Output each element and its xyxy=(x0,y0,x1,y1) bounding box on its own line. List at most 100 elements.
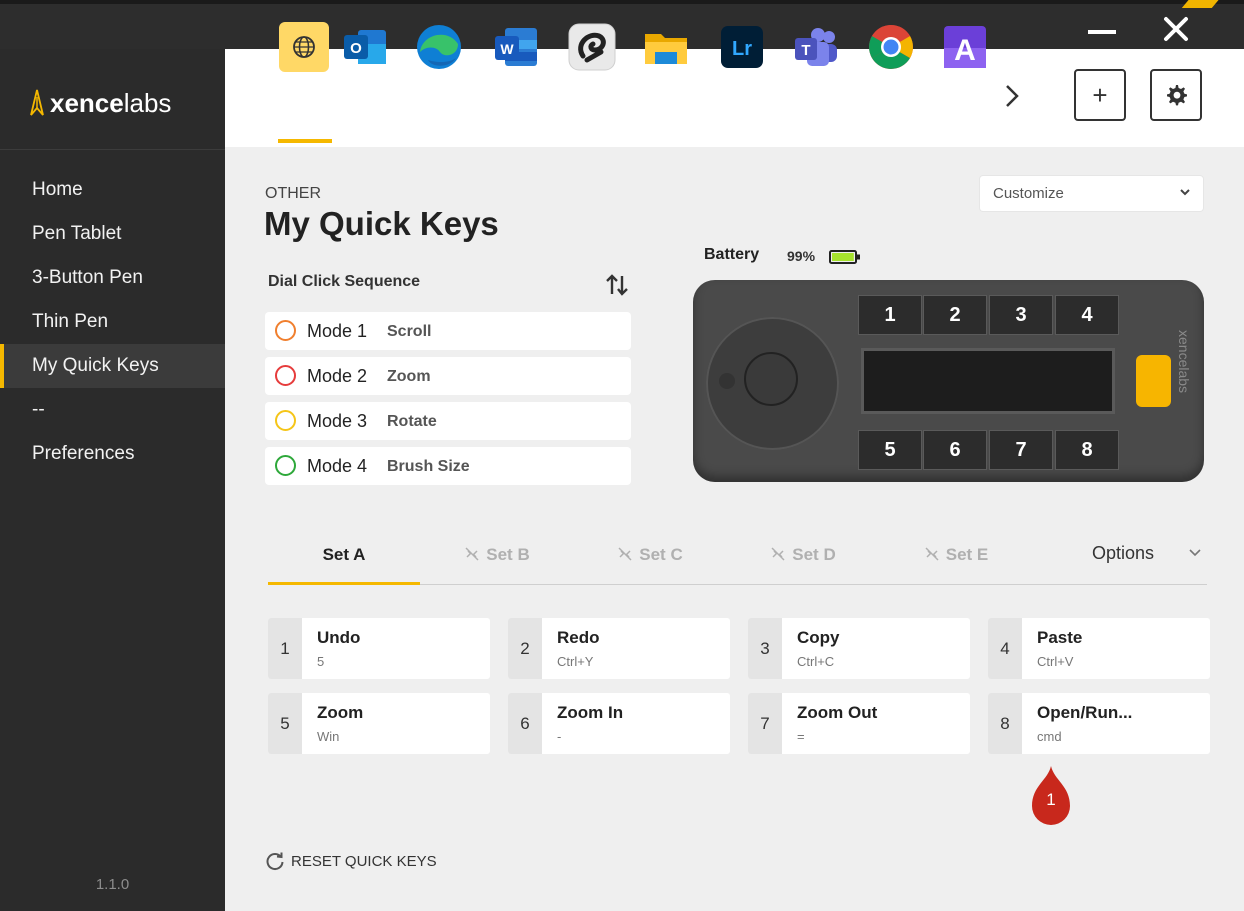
sidebar-item-home[interactable]: Home xyxy=(0,168,225,212)
mode-1-ring-icon xyxy=(275,320,296,341)
device-key-4[interactable]: 4 xyxy=(1055,295,1119,335)
dial-mode-4[interactable]: Mode 4 Brush Size xyxy=(265,447,631,485)
app-globe[interactable] xyxy=(279,22,329,72)
device-key-8[interactable]: 8 xyxy=(1055,430,1119,470)
app-file-explorer[interactable] xyxy=(641,22,691,72)
app-affinity[interactable]: A xyxy=(940,22,990,72)
minimize-button[interactable] xyxy=(1082,12,1122,46)
device-key-1[interactable]: 1 xyxy=(858,295,922,335)
device-key-7[interactable]: 7 xyxy=(989,430,1053,470)
sort-order-button[interactable] xyxy=(604,274,632,296)
tab-set-a-label: Set A xyxy=(322,545,366,564)
quick-key-6[interactable]: 6 Zoom In - xyxy=(508,693,730,754)
mode-2-name: Mode 2 xyxy=(307,366,368,386)
quick-key-name: Copy xyxy=(797,628,840,647)
mode-3-ring-icon xyxy=(275,410,296,431)
clip-studio-icon xyxy=(568,23,616,71)
settings-button[interactable] xyxy=(1150,69,1202,121)
quick-key-number: 1 xyxy=(268,618,302,679)
quick-key-shortcut: Ctrl+Y xyxy=(557,654,594,669)
chrome-icon xyxy=(869,25,913,69)
quick-key-3[interactable]: 3 Copy Ctrl+C xyxy=(748,618,970,679)
tab-set-c-label: Set C xyxy=(639,545,683,564)
tab-set-b[interactable]: Set B xyxy=(421,536,573,584)
app-lightroom[interactable]: Lr xyxy=(717,22,767,72)
tab-set-e-label: Set E xyxy=(945,545,989,564)
file-explorer-icon xyxy=(645,34,687,64)
add-app-button[interactable]: + xyxy=(1074,69,1126,121)
tab-set-c[interactable]: Set C xyxy=(574,536,726,584)
quick-key-shortcut: Ctrl+C xyxy=(797,654,835,669)
app-teams[interactable]: T xyxy=(791,22,841,72)
mode-4-function: Brush Size xyxy=(387,458,470,475)
sidebar-item-pen-tablet[interactable]: Pen Tablet xyxy=(0,212,225,256)
chevron-down-icon xyxy=(1180,189,1190,196)
sidebar-item-3-button-pen[interactable]: 3-Button Pen xyxy=(0,256,225,300)
app-word[interactable]: W xyxy=(491,22,541,72)
sidebar: xence labs Home Pen Tablet 3-Button Pen T… xyxy=(0,49,225,911)
device-screen xyxy=(861,348,1115,414)
device-mode-button[interactable] xyxy=(1136,355,1171,407)
app-chrome[interactable] xyxy=(866,22,916,72)
battery-icon xyxy=(829,250,860,264)
tab-set-e[interactable]: Set E xyxy=(880,536,1032,584)
app-outlook[interactable]: O xyxy=(340,22,390,72)
chevron-down-icon[interactable] xyxy=(1188,547,1202,559)
dial-mode-3[interactable]: Mode 3 Rotate xyxy=(265,402,631,440)
sidebar-item-separator[interactable]: -- xyxy=(0,388,225,432)
globe-icon xyxy=(279,22,329,72)
affinity-icon: A xyxy=(944,26,986,68)
edge-icon xyxy=(417,25,461,69)
unlink-icon xyxy=(465,547,479,561)
mode-1-function: Scroll xyxy=(387,323,432,340)
quick-key-name: Redo xyxy=(557,628,600,647)
app-edge[interactable] xyxy=(414,22,464,72)
quick-key-7[interactable]: 7 Zoom Out = xyxy=(748,693,970,754)
title-bar xyxy=(0,0,1244,49)
device-key-3[interactable]: 3 xyxy=(989,295,1053,335)
quick-key-8[interactable]: 8 Open/Run... cmd xyxy=(988,693,1210,754)
quick-key-number: 6 xyxy=(508,693,542,754)
unlink-icon xyxy=(618,547,632,561)
quick-key-name: Paste xyxy=(1037,628,1083,647)
app-clip-studio[interactable] xyxy=(567,22,617,72)
reset-quick-keys-button[interactable]: RESET QUICK KEYS xyxy=(265,851,437,871)
outlook-letter: O xyxy=(350,40,362,57)
quick-key-number: 8 xyxy=(988,693,1022,754)
sidebar-item-my-quick-keys[interactable]: My Quick Keys xyxy=(0,344,225,388)
sidebar-nav: Home Pen Tablet 3-Button Pen Thin Pen My… xyxy=(0,168,225,476)
device-key-5[interactable]: 5 xyxy=(858,430,922,470)
tab-set-d[interactable]: Set D xyxy=(727,536,879,584)
app-version: 1.1.0 xyxy=(95,876,130,893)
quick-key-number: 2 xyxy=(508,618,542,679)
app-scroll-next-button[interactable] xyxy=(1000,78,1024,114)
sidebar-divider xyxy=(0,149,225,150)
gear-icon xyxy=(1167,85,1187,106)
dial-mode-1[interactable]: Mode 1 Scroll xyxy=(265,312,631,350)
unlink-icon xyxy=(925,547,939,561)
tab-set-a[interactable]: Set A xyxy=(268,536,420,585)
quick-key-5[interactable]: 5 Zoom Win xyxy=(268,693,490,754)
customize-dropdown[interactable]: Customize xyxy=(980,176,1203,211)
sidebar-item-thin-pen[interactable]: Thin Pen xyxy=(0,300,225,344)
quick-key-2[interactable]: 2 Redo Ctrl+Y xyxy=(508,618,730,679)
dial-mode-2[interactable]: Mode 2 Zoom xyxy=(265,357,631,395)
close-button[interactable] xyxy=(1156,12,1196,46)
page-title: My Quick Keys xyxy=(264,205,499,242)
affinity-letter: A xyxy=(954,34,976,67)
teams-letter: T xyxy=(801,42,810,59)
quick-key-4[interactable]: 4 Paste Ctrl+V xyxy=(988,618,1210,679)
mode-2-ring-icon xyxy=(275,365,296,386)
lightroom-letters: Lr xyxy=(732,38,752,60)
device-brand-text: xencelabs xyxy=(1176,330,1192,394)
quick-key-number: 7 xyxy=(748,693,782,754)
unlink-icon xyxy=(771,547,785,561)
quick-key-1[interactable]: 1 Undo 5 xyxy=(268,618,490,679)
device-dial-button[interactable] xyxy=(744,352,798,406)
options-menu-button[interactable]: Options xyxy=(1092,543,1154,564)
device-key-6[interactable]: 6 xyxy=(923,430,987,470)
quick-key-shortcut: cmd xyxy=(1037,729,1062,744)
sidebar-item-preferences[interactable]: Preferences xyxy=(0,432,225,476)
device-dial-indicator xyxy=(719,373,735,389)
device-key-2[interactable]: 2 xyxy=(923,295,987,335)
